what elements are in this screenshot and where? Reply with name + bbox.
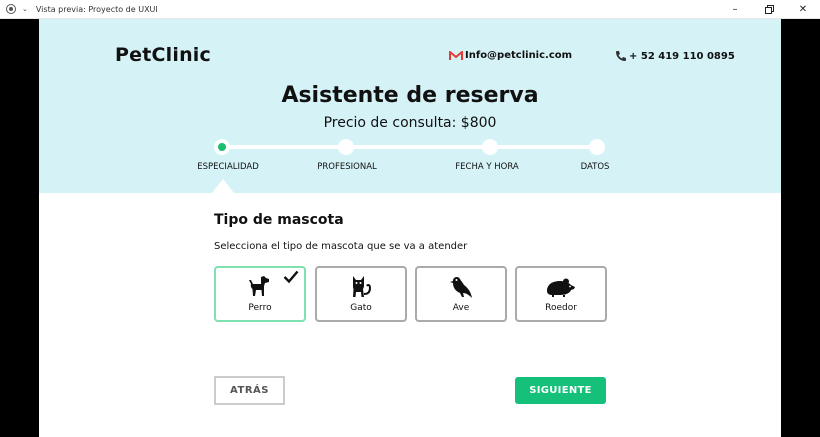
brand-logo[interactable]: PetClinic [115, 44, 211, 66]
phone-text: + 52 419 110 0895 [629, 50, 735, 62]
step-dot-datos[interactable] [589, 139, 605, 155]
pet-option-ave[interactable]: Ave [415, 266, 507, 322]
restore-icon [764, 5, 774, 14]
step-label-profesional[interactable]: PROFESIONAL [317, 162, 376, 172]
email-text: Info@petclinic.com [465, 50, 573, 61]
window-titlebar: ⌄ Vista previa: Proyecto de UXUI – ✕ [0, 0, 820, 19]
dog-icon [249, 276, 269, 296]
bird-icon [450, 277, 472, 298]
step-label-fecha-hora[interactable]: FECHA Y HORA [455, 162, 518, 172]
close-button[interactable]: ✕ [786, 0, 820, 19]
pet-label-roedor: Roedor [545, 303, 577, 313]
back-button[interactable]: ATRÁS [214, 376, 285, 405]
step-dot-fecha-hora[interactable] [482, 139, 498, 155]
next-button[interactable]: SIGUIENTE [515, 377, 606, 404]
step-label-datos[interactable]: DATOS [581, 162, 610, 172]
app-icon[interactable] [6, 4, 16, 14]
section-description: Selecciona el tipo de mascota que se va … [214, 241, 468, 252]
check-icon [283, 270, 299, 284]
minimize-button[interactable]: – [718, 0, 752, 19]
window-title: Vista previa: Proyecto de UXUI [35, 4, 158, 14]
pet-option-gato[interactable]: Gato [315, 266, 407, 322]
window-controls: – ✕ [718, 0, 820, 19]
active-step-caret [212, 179, 234, 193]
pet-option-roedor[interactable]: Roedor [515, 266, 607, 322]
cat-icon [353, 276, 372, 297]
restore-button[interactable] [752, 0, 786, 19]
step-label-especialidad[interactable]: ESPECIALIDAD [197, 162, 259, 172]
phone-icon [616, 51, 626, 61]
stepper-track [222, 145, 598, 149]
mail-icon [449, 50, 463, 60]
step-dot-especialidad[interactable] [214, 139, 230, 155]
section-title: Tipo de mascota [214, 212, 344, 228]
contact-phone[interactable]: + 52 419 110 0895 [615, 50, 735, 62]
rodent-icon [547, 278, 575, 297]
page: PetClinic Info@petclinic.com + 52 419 11… [39, 19, 781, 437]
price-subtitle: Precio de consulta: $800 [323, 115, 497, 131]
step-dot-profesional[interactable] [338, 139, 354, 155]
page-title: Asistente de reserva [281, 83, 539, 108]
pet-option-perro[interactable]: Perro [214, 266, 306, 322]
pet-label-gato: Gato [350, 303, 372, 313]
pet-label-ave: Ave [452, 303, 470, 313]
chevron-down-icon[interactable]: ⌄ [22, 5, 28, 13]
contact-email[interactable]: Info@petclinic.com [449, 50, 572, 61]
pet-label-perro: Perro [248, 303, 272, 313]
